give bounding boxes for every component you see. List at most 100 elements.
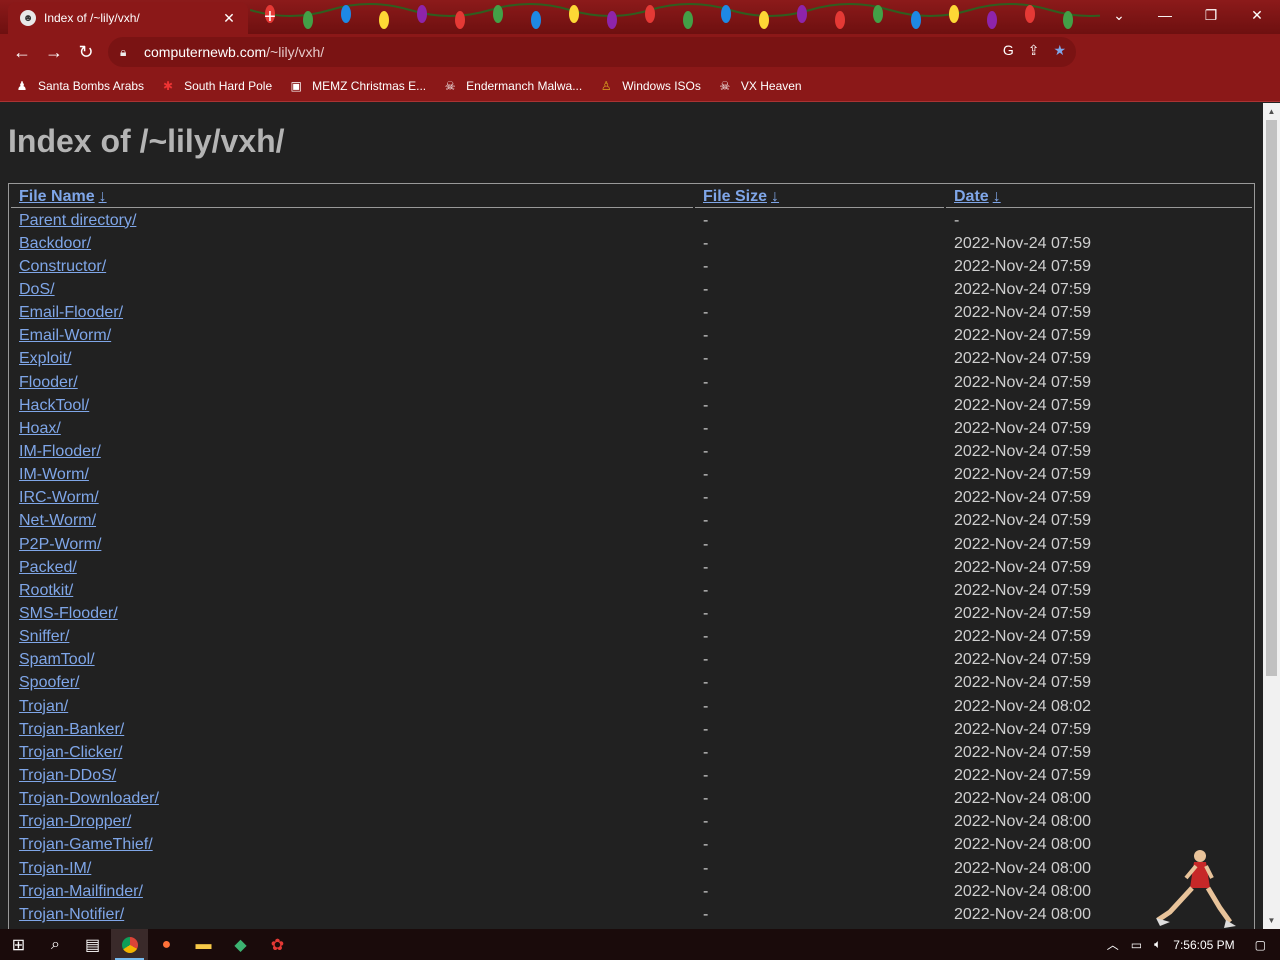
file-name-cell: Trojan-GameThief/ — [11, 835, 693, 856]
file-name-cell: Rootkit/ — [11, 580, 693, 601]
table-row: Trojan-Clicker/ - 2022-Nov-24 07:59 — [11, 742, 1252, 763]
file-link[interactable]: Trojan-DDoS/ — [19, 767, 116, 784]
file-link[interactable]: Net-Worm/ — [19, 512, 96, 529]
sort-by-date-link[interactable]: Date — [954, 188, 989, 205]
reload-icon[interactable]: ↻ — [70, 36, 102, 68]
file-link[interactable]: Email-Worm/ — [19, 327, 111, 344]
forward-icon[interactable]: → — [38, 36, 70, 68]
file-link[interactable]: DoS/ — [19, 281, 55, 298]
sort-arrow-icon[interactable]: ↓ — [99, 188, 107, 205]
file-link[interactable]: Packed/ — [19, 559, 77, 576]
bookmark-1[interactable]: ✱ South Hard Pole — [160, 78, 272, 94]
file-date-cell: 2022-Nov-24 07:59 — [954, 419, 1091, 437]
file-link[interactable]: Trojan-Banker/ — [19, 721, 124, 738]
file-link[interactable]: Hoax/ — [19, 420, 61, 437]
file-link[interactable]: IM-Flooder/ — [19, 443, 101, 460]
firefox-icon[interactable]: ● — [148, 929, 185, 960]
file-link[interactable]: Parent directory/ — [19, 212, 136, 229]
file-date-cell: 2022-Nov-24 07:59 — [954, 674, 1091, 692]
restore-button[interactable]: ❐ — [1188, 0, 1234, 30]
file-link[interactable]: SpamTool/ — [19, 651, 95, 668]
file-link[interactable]: Email-Flooder/ — [19, 304, 123, 321]
tab-close-icon[interactable]: ✕ — [220, 9, 238, 27]
file-link[interactable]: Trojan-IM/ — [19, 860, 91, 877]
tab-active[interactable]: ☻ Index of /~lily/vxh/ ✕ — [8, 2, 248, 34]
google-icon[interactable]: G — [1003, 42, 1014, 59]
table-row: Trojan-Dropper/ - 2022-Nov-24 08:00 — [11, 812, 1252, 833]
sort-arrow-icon[interactable]: ↓ — [993, 188, 1001, 205]
vertical-scrollbar[interactable]: ▲ ▼ — [1263, 103, 1280, 929]
sort-arrow-icon[interactable]: ↓ — [771, 188, 779, 205]
network-icon[interactable]: ▭ — [1131, 938, 1142, 952]
bookmark-0[interactable]: ♟ Santa Bombs Arabs — [14, 78, 144, 94]
file-size-cell: - — [703, 813, 709, 831]
bookmark-2[interactable]: ▣ MEMZ Christmas E... — [288, 78, 426, 94]
file-link[interactable]: Trojan-Downloader/ — [19, 790, 159, 807]
file-link[interactable]: IRC-Worm/ — [19, 489, 99, 506]
file-date-cell: 2022-Nov-24 07:59 — [954, 581, 1091, 599]
new-tab-button[interactable]: + — [258, 5, 282, 29]
file-size-cell: - — [703, 304, 709, 322]
scrollbar-thumb[interactable] — [1266, 120, 1277, 676]
file-link[interactable]: SMS-Flooder/ — [19, 605, 118, 622]
file-link[interactable]: Constructor/ — [19, 258, 106, 275]
bookmark-3[interactable]: ☠ Endermanch Malwa... — [442, 78, 582, 94]
scroll-up-arrow-icon[interactable]: ▲ — [1263, 103, 1280, 120]
chrome-icon[interactable] — [111, 929, 148, 960]
address-bar[interactable]: 🔒︎ computernewb.com/~lily/vxh/ G ⇪ ★ — [108, 37, 1076, 67]
file-link[interactable]: Trojan-Clicker/ — [19, 744, 122, 761]
skull-icon: ☠ — [719, 78, 731, 93]
file-link[interactable]: HackTool/ — [19, 397, 89, 414]
light-bulb — [569, 5, 579, 23]
app-icon[interactable]: ◆ — [222, 929, 259, 960]
file-size-cell: - — [703, 882, 709, 900]
file-date-cell: 2022-Nov-24 07:59 — [954, 743, 1091, 761]
light-bulb — [721, 5, 731, 23]
file-link[interactable]: Trojan-GameThief/ — [19, 836, 153, 853]
tab-search-icon[interactable]: ⌄ — [1096, 0, 1142, 30]
share-icon[interactable]: ⇪ — [1028, 42, 1040, 59]
tray-chevron-icon[interactable]: ︿ — [1107, 936, 1119, 953]
file-link[interactable]: Trojan-Notifier/ — [19, 906, 124, 923]
file-link[interactable]: Sniffer/ — [19, 628, 69, 645]
scroll-down-arrow-icon[interactable]: ▼ — [1263, 912, 1280, 929]
light-bulb — [759, 11, 769, 29]
minimize-button[interactable]: — — [1142, 0, 1188, 30]
file-size-cell: - — [703, 280, 709, 298]
santa-icon: ♟ — [16, 78, 28, 93]
back-icon[interactable]: ← — [6, 36, 38, 68]
file-explorer-icon[interactable]: ▬ — [185, 929, 222, 960]
file-link[interactable]: Spoofer/ — [19, 674, 79, 691]
table-row: Exploit/ - 2022-Nov-24 07:59 — [11, 349, 1252, 370]
file-link[interactable]: Exploit/ — [19, 350, 71, 367]
table-row: Email-Flooder/ - 2022-Nov-24 07:59 — [11, 303, 1252, 324]
file-link[interactable]: Trojan-Mailfinder/ — [19, 883, 143, 900]
file-name-cell: IRC-Worm/ — [11, 488, 693, 509]
file-link[interactable]: Trojan-Dropper/ — [19, 813, 131, 830]
table-row: Parent directory/ - - — [11, 210, 1252, 231]
file-link[interactable]: Flooder/ — [19, 374, 78, 391]
volume-icon[interactable]: 🔈︎ — [1154, 937, 1161, 952]
light-bulb — [835, 11, 845, 29]
memz-icon: ▣ — [290, 78, 302, 93]
close-window-button[interactable]: ✕ — [1234, 0, 1280, 30]
file-name-cell: Packed/ — [11, 557, 693, 578]
lock-icon[interactable]: 🔒︎ — [120, 45, 134, 60]
file-link[interactable]: Backdoor/ — [19, 235, 91, 252]
sort-by-size-link[interactable]: File Size — [703, 188, 767, 205]
clock[interactable]: 7:56:05 PM — [1173, 938, 1234, 952]
windows-start-icon[interactable]: ⊞ — [0, 929, 37, 960]
notifications-icon[interactable]: ▢ — [1255, 938, 1266, 952]
app-red-icon[interactable]: ✿ — [259, 929, 296, 960]
file-link[interactable]: Trojan/ — [19, 698, 68, 715]
file-link[interactable]: IM-Worm/ — [19, 466, 89, 483]
light-bulb — [987, 11, 997, 29]
bookmark-star-icon[interactable]: ★ — [1053, 42, 1066, 59]
file-link[interactable]: P2P-Worm/ — [19, 536, 101, 553]
bookmark-4[interactable]: ♙ Windows ISOs — [598, 78, 701, 94]
bookmark-5[interactable]: ☠ VX Heaven — [717, 78, 802, 94]
task-view-icon[interactable]: ▤ — [74, 929, 111, 960]
sort-by-name-link[interactable]: File Name — [19, 188, 95, 205]
search-icon[interactable]: ⌕ — [37, 929, 74, 960]
file-link[interactable]: Rootkit/ — [19, 582, 73, 599]
